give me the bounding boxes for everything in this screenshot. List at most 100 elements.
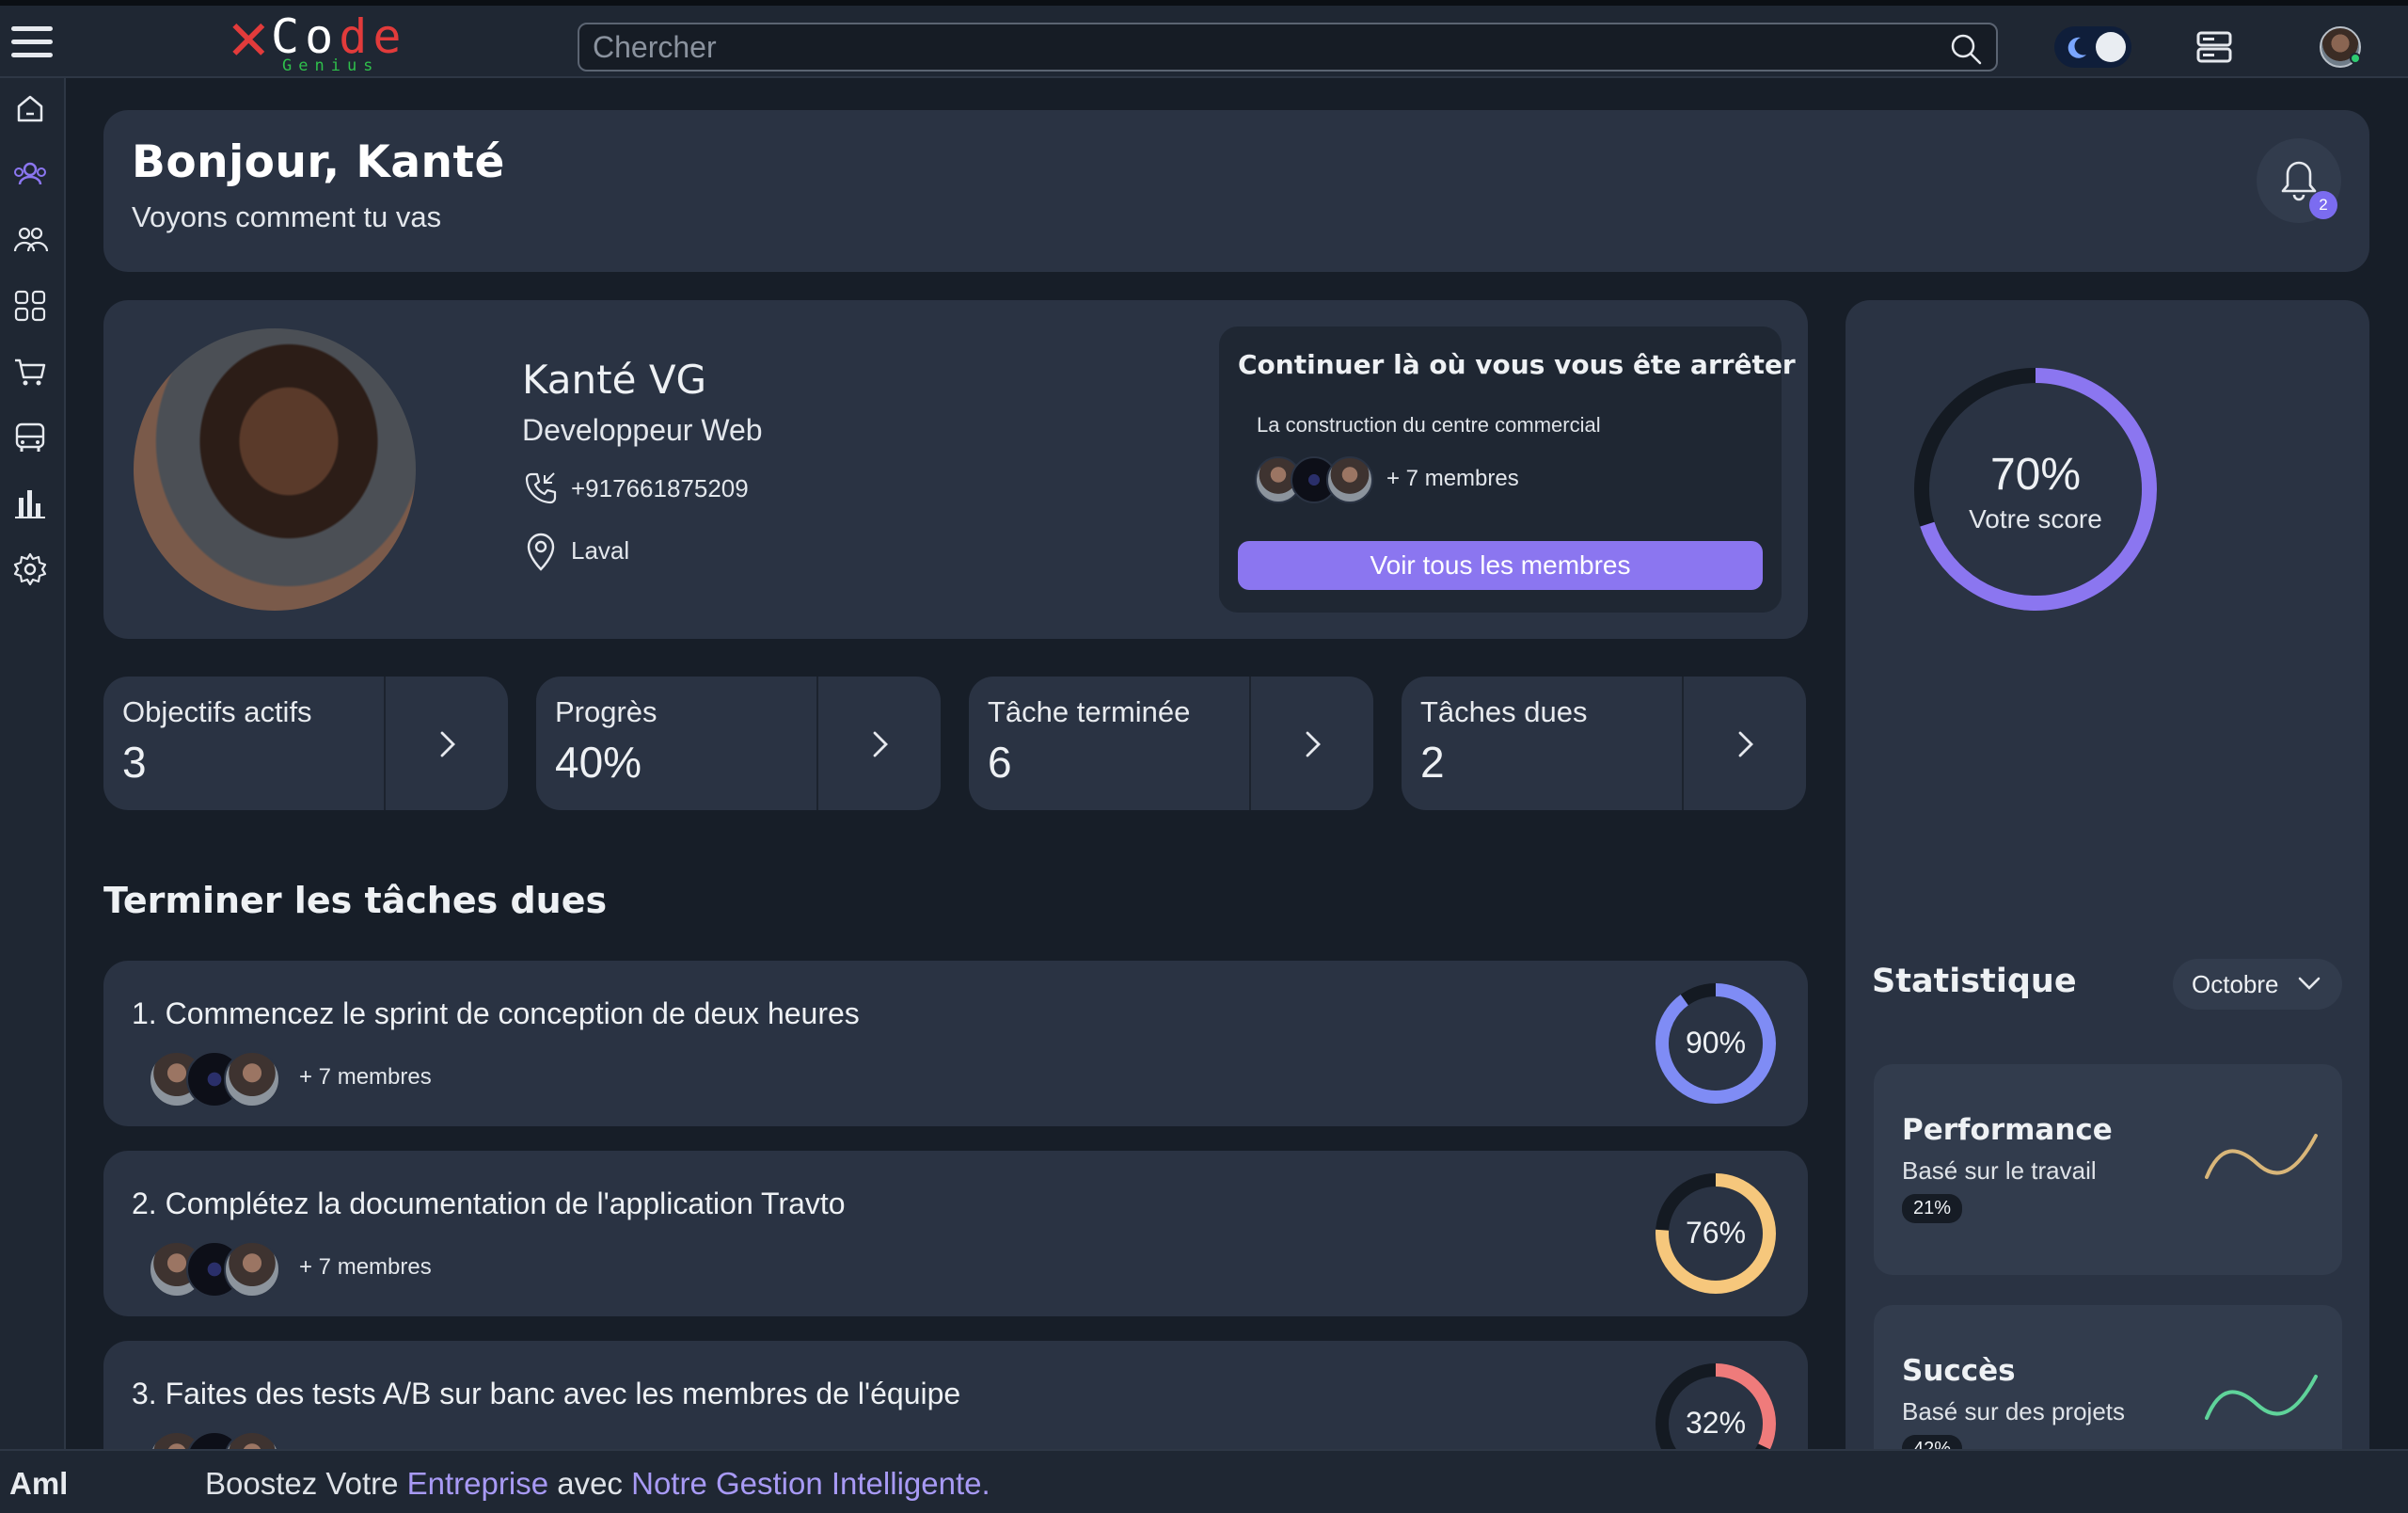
score-value: 70% xyxy=(1990,450,2081,500)
mini-card-subtitle: Basé sur des projets xyxy=(1902,1397,2126,1425)
footer-bar: Aml Boostez Votre Entreprise avec Notre … xyxy=(0,1449,2408,1513)
apps-grid-icon[interactable] xyxy=(11,287,49,325)
mini-card-title: Succès xyxy=(1902,1354,2016,1388)
welcome-card: Bonjour, Kanté Voyons comment tu vas 2 xyxy=(103,110,2369,272)
chevron-right-icon[interactable] xyxy=(1298,725,1326,763)
member-avatars xyxy=(149,1241,280,1298)
task-item[interactable]: 1. Commencez le sprint de conception de … xyxy=(103,961,1808,1126)
success-sparkline xyxy=(2205,1375,2318,1420)
task-progress-ring: 90% xyxy=(1656,983,1776,1104)
bus-icon[interactable] xyxy=(11,419,49,456)
member-count: + 7 membres xyxy=(299,1254,432,1280)
month-dropdown[interactable]: Octobre xyxy=(2173,959,2342,1010)
moon-icon xyxy=(2067,37,2086,58)
tagline-part: Entreprise xyxy=(406,1466,549,1501)
tagline-part: Notre Gestion Intelligente. xyxy=(631,1466,990,1501)
team-icon[interactable] xyxy=(11,221,49,259)
profile-role: Developpeur Web xyxy=(522,413,763,447)
member-avatars xyxy=(1255,456,1377,503)
mini-card-title: Performance xyxy=(1902,1113,2113,1147)
notification-count-badge: 2 xyxy=(2309,191,2337,219)
member-avatar xyxy=(224,1431,280,1449)
bar-chart-icon[interactable] xyxy=(11,485,49,522)
menu-icon[interactable] xyxy=(11,26,53,64)
welcome-title: Bonjour, Kanté xyxy=(132,136,505,188)
divider xyxy=(384,677,386,810)
due-tasks-title: Terminer les tâches dues xyxy=(103,880,608,921)
task-progress-ring: 32% xyxy=(1656,1363,1776,1449)
profile-photo xyxy=(134,328,416,611)
notifications-button[interactable]: 2 xyxy=(2257,138,2341,223)
member-avatar xyxy=(224,1241,280,1298)
chevron-down-icon xyxy=(2298,977,2321,990)
stat-card-completed-tasks[interactable]: Tâche terminée 6 xyxy=(969,677,1373,810)
mini-card-badge: 21% xyxy=(1902,1194,1963,1223)
task-title: 2. Complétez la documentation de l'appli… xyxy=(132,1187,846,1220)
chevron-right-icon[interactable] xyxy=(433,725,461,763)
app-logo[interactable]: ✕ Code Genius xyxy=(226,8,423,75)
logo-text: Code xyxy=(271,9,407,64)
footer-brand: Aml xyxy=(9,1466,69,1501)
stat-card-active-goals[interactable]: Objectifs actifs 3 xyxy=(103,677,508,810)
settings-icon[interactable] xyxy=(11,550,49,588)
member-count: + 7 membres xyxy=(299,1064,432,1090)
main-content: Bonjour, Kanté Voyons comment tu vas 2 K… xyxy=(66,78,2408,1513)
footer-tagline: Boostez Votre Entreprise avec Notre Gest… xyxy=(205,1466,990,1502)
profile-card: Kanté VG Developpeur Web +917661875209 L… xyxy=(103,300,1808,639)
location-text: Laval xyxy=(571,536,630,565)
cart-icon[interactable] xyxy=(11,353,49,390)
month-selected: Octobre xyxy=(2192,969,2279,998)
performance-card[interactable]: Performance Basé sur le travail 21% xyxy=(1874,1064,2342,1275)
project-name: La construction du centre commercial xyxy=(1257,413,1601,437)
divider xyxy=(816,677,818,810)
member-avatars xyxy=(149,1431,280,1449)
member-avatars xyxy=(149,1051,280,1107)
chevron-right-icon[interactable] xyxy=(1731,725,1759,763)
task-title: 3. Faites des tests A/B sur banc avec le… xyxy=(132,1377,961,1410)
stat-label: Tâche terminée xyxy=(988,695,1191,728)
storage-icon[interactable] xyxy=(2195,30,2233,64)
tagline-part: avec xyxy=(557,1466,623,1501)
stat-card-due-tasks[interactable]: Tâches dues 2 xyxy=(1402,677,1806,810)
search-input[interactable] xyxy=(593,30,1909,64)
logo-subtext: Genius xyxy=(282,56,380,75)
ring-clip: 32% xyxy=(1654,1362,1778,1449)
users-icon[interactable] xyxy=(11,155,49,193)
task-item[interactable]: 2. Complétez la documentation de l'appli… xyxy=(103,1151,1808,1316)
search-bar xyxy=(578,23,1998,72)
stat-card-progress[interactable]: Progrès 40% xyxy=(536,677,941,810)
search-icon[interactable] xyxy=(1949,32,1983,66)
stat-value: 2 xyxy=(1420,738,1445,787)
phone-icon xyxy=(525,472,557,504)
chevron-right-icon[interactable] xyxy=(865,725,894,763)
stat-label: Tâches dues xyxy=(1420,695,1588,728)
continue-title: Continuer là où vous vous ête arrêter xyxy=(1238,349,1796,380)
success-card[interactable]: Succès Basé sur des projets 42% xyxy=(1874,1305,2342,1449)
task-progress-label: 76% xyxy=(1686,1216,1746,1250)
mini-card-subtitle: Basé sur le travail xyxy=(1902,1156,2097,1185)
profile-name: Kanté VG xyxy=(522,357,707,403)
member-avatar xyxy=(1326,456,1373,503)
task-item[interactable]: 3. Faites des tests A/B sur banc avec le… xyxy=(103,1341,1808,1449)
tagline-part: Boostez Votre xyxy=(205,1466,399,1501)
welcome-subtitle: Voyons comment tu vas xyxy=(132,200,442,233)
phone-number: +917661875209 xyxy=(571,474,749,502)
stat-value: 6 xyxy=(988,738,1012,787)
task-progress-label: 32% xyxy=(1686,1406,1746,1440)
performance-sparkline xyxy=(2205,1134,2318,1179)
theme-toggle[interactable] xyxy=(2054,26,2131,68)
score-label: Votre score xyxy=(1969,504,2102,534)
divider xyxy=(1249,677,1251,810)
task-title: 1. Commencez le sprint de conception de … xyxy=(132,996,860,1030)
top-bar: ✕ Code Genius xyxy=(0,0,2408,78)
mini-card-badge: 42% xyxy=(1902,1435,1963,1449)
logo-x-mark: ✕ xyxy=(226,8,272,72)
toggle-knob xyxy=(2096,32,2126,62)
home-icon[interactable] xyxy=(11,89,49,127)
stat-value: 40% xyxy=(555,738,642,787)
view-all-members-button[interactable]: Voir tous les membres xyxy=(1238,541,1763,590)
member-count: + 7 membres xyxy=(1386,466,1519,491)
user-avatar[interactable] xyxy=(2320,26,2361,68)
task-progress-ring: 76% xyxy=(1656,1173,1776,1294)
score-ring: 70% Votre score xyxy=(1914,368,2157,611)
